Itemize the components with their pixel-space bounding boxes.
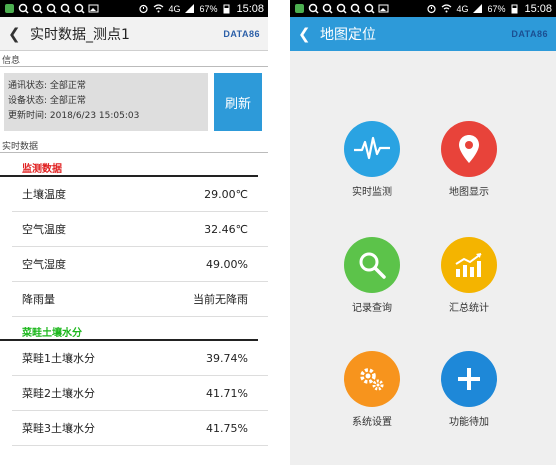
data-row: 降雨量 当前无降雨 <box>12 282 268 317</box>
search-notification-icon <box>18 3 29 14</box>
signal-icon <box>473 4 483 13</box>
tile-label: 记录查询 <box>352 303 392 314</box>
search-notification-icon <box>350 3 361 14</box>
search-notification-icon <box>46 3 57 14</box>
data-row: 菜畦3土壤水分 41.75% <box>12 411 268 446</box>
data-value: 29.00℃ <box>204 187 248 201</box>
system-icons: 4G 67% 15:08 <box>138 3 264 15</box>
info-section-label: 信息 <box>0 51 268 67</box>
device-status-text: 设备状态: 全部正常 <box>8 96 86 106</box>
data-label: 空气温度 <box>22 223 66 236</box>
map-pin-icon <box>441 121 497 177</box>
group-title: 监测数据 <box>0 153 258 177</box>
alarm-icon <box>427 4 437 14</box>
search-notification-icon <box>32 3 43 14</box>
search-notification-icon <box>336 3 347 14</box>
data-value: 39.74% <box>206 351 248 365</box>
info-panel: 通讯状态: 全部正常 设备状态: 全部正常 更新时间: 2018/6/23 15… <box>0 67 268 137</box>
battery-icon <box>511 4 518 14</box>
tile-function-pending[interactable]: 功能待加 <box>424 351 514 428</box>
battery-icon <box>223 4 230 14</box>
tile-label: 实时监测 <box>352 187 392 198</box>
back-arrow-icon[interactable]: ❮ <box>8 25 30 43</box>
app-notification-icon <box>5 4 14 13</box>
data-label: 降雨量 <box>22 293 55 306</box>
data-label: 菜畦1土壤水分 <box>22 352 95 365</box>
search-notification-icon <box>308 3 319 14</box>
brand-logo: DATA86 <box>223 28 260 39</box>
bar-chart-icon <box>441 237 497 293</box>
comm-status-text: 通讯状态: 全部正常 <box>8 81 86 91</box>
signal-icon <box>185 4 195 13</box>
realtime-section-label: 实时数据 <box>0 137 268 153</box>
search-notification-icon <box>60 3 71 14</box>
data-label: 菜畦3土壤水分 <box>22 422 95 435</box>
battery-percent: 67% <box>199 3 218 14</box>
data-row: 土壤温度 29.00℃ <box>12 177 268 212</box>
data-value: 当前无降雨 <box>193 293 248 306</box>
page-title: 实时数据_测点1 <box>30 26 130 43</box>
network-type-label: 4G <box>168 3 181 14</box>
data-row: 菜畦2土壤水分 41.71% <box>12 376 268 411</box>
tile-summary-statistics[interactable]: 汇总统计 <box>424 237 514 314</box>
data-group-soil-moisture: 菜畦土壤水分 菜畦1土壤水分 39.74% 菜畦2土壤水分 41.71% 菜畦3… <box>0 317 268 446</box>
clock: 15:08 <box>236 2 264 15</box>
group-title: 菜畦土壤水分 <box>0 317 258 341</box>
tile-realtime-monitoring[interactable]: 实时监测 <box>327 121 417 198</box>
tile-system-settings[interactable]: 系统设置 <box>327 351 417 428</box>
image-notification-icon <box>88 4 99 13</box>
data-group-monitoring: 监测数据 土壤温度 29.00℃ 空气温度 32.46℃ 空气湿度 49.00%… <box>0 153 268 317</box>
notification-icons <box>4 3 99 14</box>
tile-label: 功能待加 <box>449 417 489 428</box>
status-info-box: 通讯状态: 全部正常 设备状态: 全部正常 更新时间: 2018/6/23 15… <box>4 73 208 131</box>
data-value: 49.00% <box>206 257 248 271</box>
tile-label: 汇总统计 <box>449 303 489 314</box>
update-time-text: 更新时间: 2018/6/23 15:05:03 <box>8 111 140 121</box>
data-value: 41.75% <box>206 421 248 435</box>
data-row: 菜畦1土壤水分 39.74% <box>12 341 268 376</box>
brand-logo: DATA86 <box>511 29 548 39</box>
right-phone-screen: 4G 67% 15:08 ❮ 地图定位 DATA86 实时监测 地图显示 记录查… <box>290 0 556 465</box>
data-label: 菜畦2土壤水分 <box>22 387 95 400</box>
feature-grid: 实时监测 地图显示 记录查询 汇总统计 系统设置 功能待加 <box>290 51 556 465</box>
wifi-icon <box>154 4 164 13</box>
left-phone-screen: 4G 67% 15:08 ❮ 实时数据_测点1 DATA86 信息 通讯状态: … <box>0 0 268 465</box>
status-bar: 4G 67% 15:08 <box>290 0 556 17</box>
app-notification-icon <box>295 4 304 13</box>
data-value: 41.71% <box>206 386 248 400</box>
title-bar: ❮ 实时数据_测点1 DATA86 <box>0 17 268 51</box>
data-value: 32.46℃ <box>204 222 248 236</box>
notification-icons <box>294 3 389 14</box>
data-row: 空气温度 32.46℃ <box>12 212 268 247</box>
wifi-icon <box>442 4 452 13</box>
tile-label: 地图显示 <box>449 187 489 198</box>
tile-map-display[interactable]: 地图显示 <box>424 121 514 198</box>
data-label: 土壤温度 <box>22 188 66 201</box>
image-notification-icon <box>378 4 389 13</box>
data-label: 空气湿度 <box>22 258 66 271</box>
title-bar: ❮ 地图定位 DATA86 <box>290 17 556 51</box>
search-notification-icon <box>322 3 333 14</box>
tile-label: 系统设置 <box>352 417 392 428</box>
status-bar: 4G 67% 15:08 <box>0 0 268 17</box>
battery-percent: 67% <box>487 3 506 14</box>
back-arrow-icon[interactable]: ❮ <box>298 25 320 43</box>
data-row: 空气湿度 49.00% <box>12 247 268 282</box>
network-type-label: 4G <box>456 3 469 14</box>
gears-icon <box>344 351 400 407</box>
alarm-icon <box>139 4 149 14</box>
system-icons: 4G 67% 15:08 <box>426 3 552 15</box>
refresh-button[interactable]: 刷新 <box>214 73 262 131</box>
plus-icon <box>441 351 497 407</box>
page-title: 地图定位 <box>320 27 376 43</box>
clock: 15:08 <box>524 2 552 15</box>
heartbeat-icon <box>344 121 400 177</box>
search-notification-icon <box>74 3 85 14</box>
tile-record-query[interactable]: 记录查询 <box>327 237 417 314</box>
search-icon <box>344 237 400 293</box>
search-notification-icon <box>364 3 375 14</box>
